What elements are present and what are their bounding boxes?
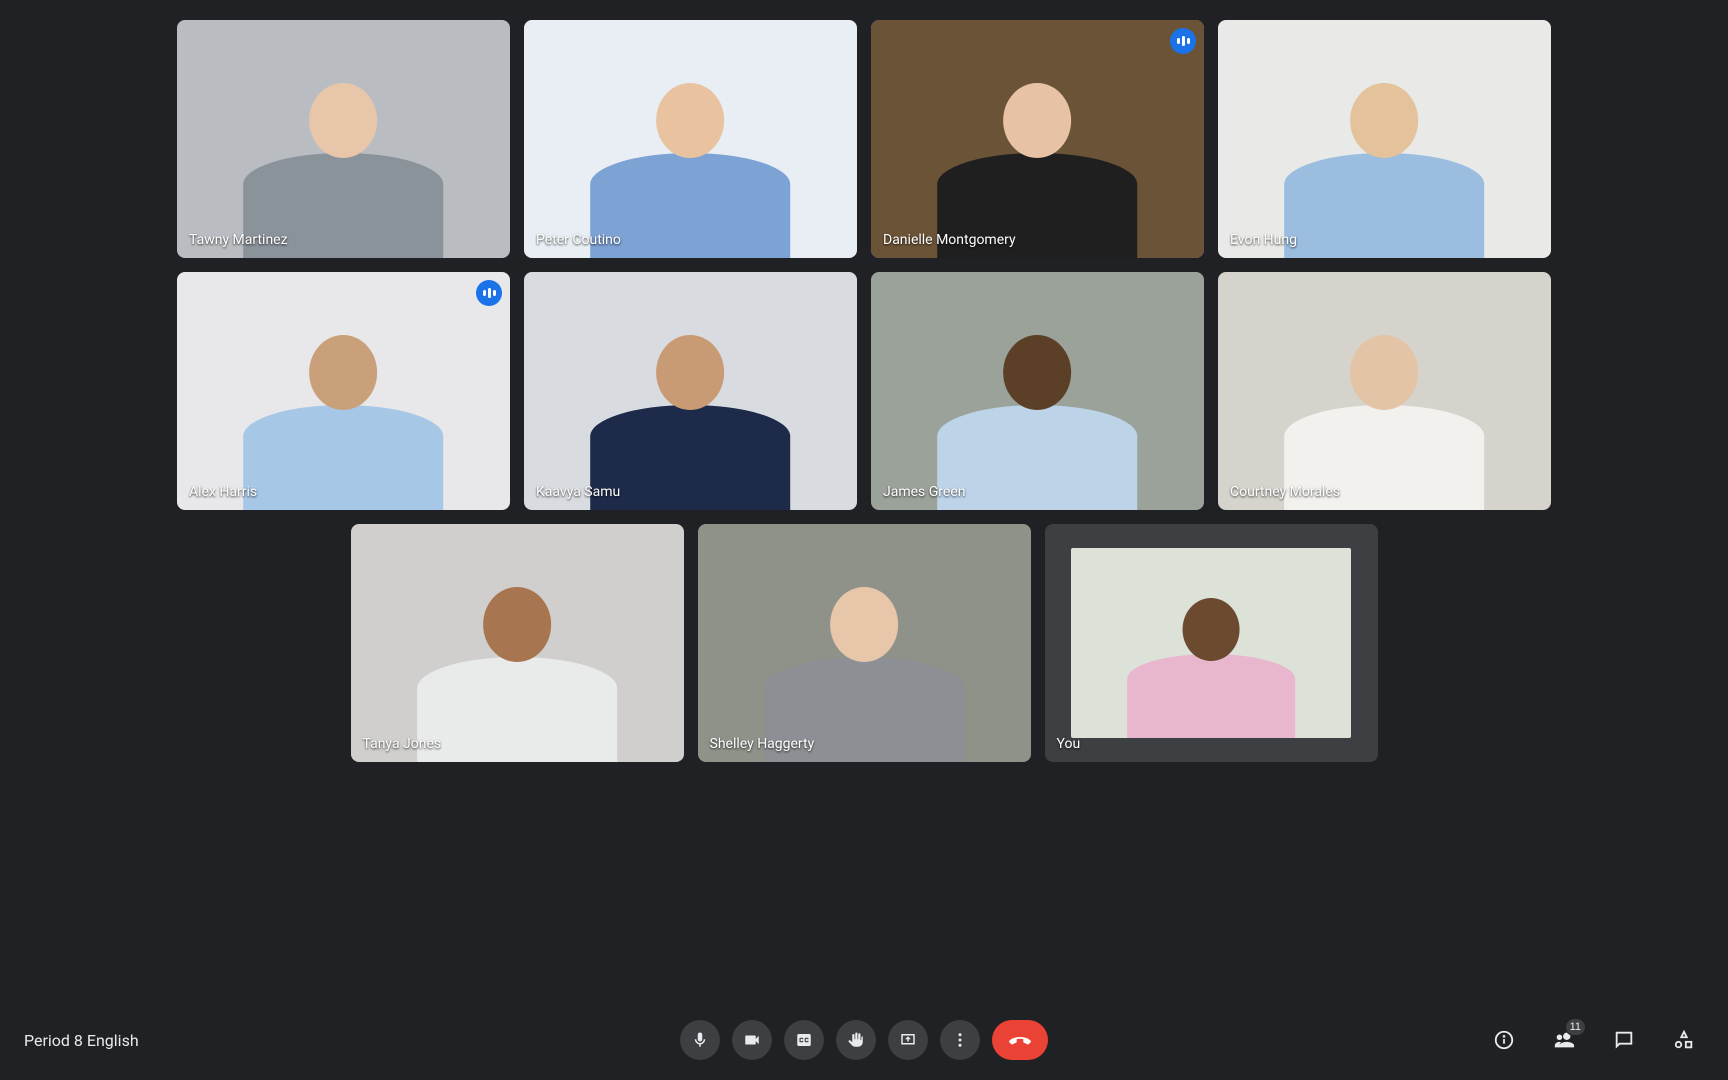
participant-name-label: Peter Coutino [536,232,621,248]
participant-tile[interactable]: Shelley Haggerty [698,524,1031,762]
participant-tile[interactable]: Danielle Montgomery [871,20,1204,258]
participant-count-badge: 11 [1565,1018,1586,1036]
chat-button[interactable] [1604,1020,1644,1060]
participant-grid: Tawny Martinez Peter Coutino Danielle Mont… [0,20,1728,990]
video-feed [177,272,510,510]
participant-tile[interactable]: Tanya Jones [351,524,684,762]
right-controls: 11 [1484,1020,1704,1060]
participant-tile[interactable]: Evon Hung [1218,20,1551,258]
video-feed [177,20,510,258]
speaking-indicator-icon [1170,28,1196,54]
video-feed [524,272,857,510]
speaking-indicator-icon [476,280,502,306]
more-options-button[interactable] [940,1020,980,1060]
video-feed [871,272,1204,510]
activities-icon [1673,1029,1695,1051]
participant-tile[interactable]: You [1045,524,1378,762]
participant-name-label: Kaavya Samu [536,484,620,500]
present-button[interactable] [888,1020,928,1060]
participant-name-label: Alex Harris [189,484,257,500]
leave-call-button[interactable] [992,1020,1048,1060]
video-feed [871,20,1204,258]
present-icon [899,1031,917,1049]
video-feed [1218,20,1551,258]
participant-tile[interactable]: Alex Harris [177,272,510,510]
participant-tile[interactable]: Courtney Morales [1218,272,1551,510]
people-button[interactable]: 11 [1544,1020,1584,1060]
captions-button[interactable] [784,1020,824,1060]
participant-name-label: You [1057,736,1081,752]
participant-tile[interactable]: Tawny Martinez [177,20,510,258]
participant-tile[interactable]: James Green [871,272,1204,510]
participant-tile[interactable]: Peter Coutino [524,20,857,258]
participant-name-label: Shelley Haggerty [710,736,815,752]
raise-hand-button[interactable] [836,1020,876,1060]
participant-name-label: James Green [883,484,965,500]
activities-button[interactable] [1664,1020,1704,1060]
participant-name-label: Tawny Martinez [189,232,288,248]
participant-tile[interactable]: Kaavya Samu [524,272,857,510]
meeting-info-button[interactable] [1484,1020,1524,1060]
center-controls [680,1020,1048,1060]
camera-icon [743,1031,761,1049]
participant-name-label: Danielle Montgomery [883,232,1016,248]
mic-icon [691,1031,709,1049]
more-vertical-icon [951,1031,969,1049]
participant-name-label: Courtney Morales [1230,484,1340,500]
video-feed [1218,272,1551,510]
meeting-name: Period 8 English [24,1031,139,1050]
mic-button[interactable] [680,1020,720,1060]
video-feed [351,524,684,762]
video-feed [524,20,857,258]
captions-icon [795,1031,813,1049]
video-feed [698,524,1031,762]
participant-name-label: Tanya Jones [363,736,442,752]
bottom-bar: Period 8 English [0,1000,1728,1080]
raise-hand-icon [847,1031,865,1049]
chat-icon [1613,1029,1635,1051]
participant-name-label: Evon Hung [1230,232,1297,248]
camera-button[interactable] [732,1020,772,1060]
video-feed [1045,524,1378,762]
hangup-icon [1008,1028,1032,1052]
info-icon [1493,1029,1515,1051]
